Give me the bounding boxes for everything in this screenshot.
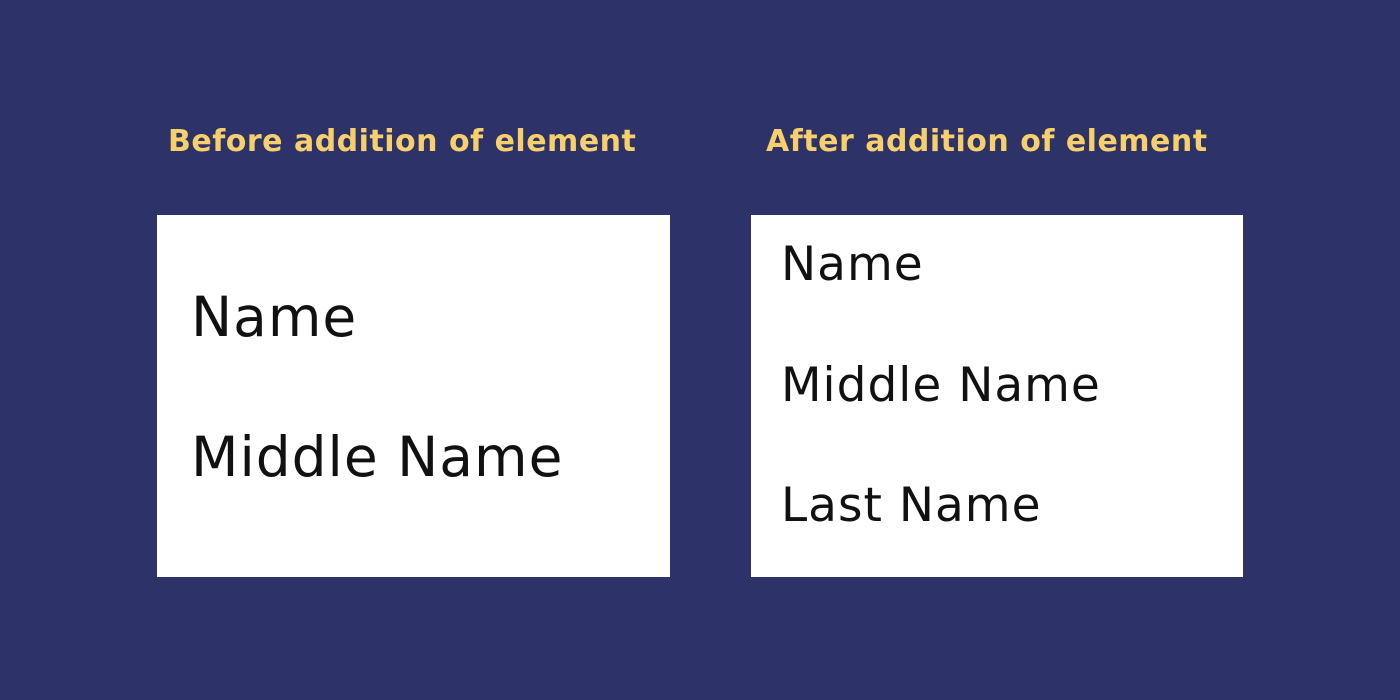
- after-form-card: Name Middle Name Last Name: [751, 215, 1243, 577]
- before-middle-name-label: Middle Name: [191, 425, 564, 489]
- before-name-label: Name: [191, 285, 358, 349]
- after-last-name-label: Last Name: [781, 478, 1042, 533]
- after-name-label: Name: [781, 237, 924, 292]
- before-panel-title: Before addition of element: [168, 124, 637, 159]
- after-panel-title: After addition of element: [766, 124, 1208, 159]
- before-form-card: Name Middle Name: [157, 215, 670, 577]
- after-middle-name-label: Middle Name: [781, 358, 1101, 413]
